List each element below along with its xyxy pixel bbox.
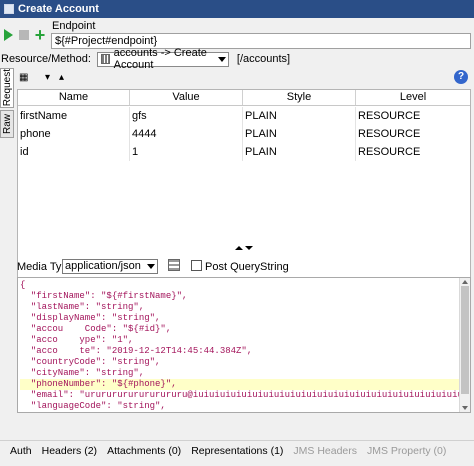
cell-level[interactable]: RESOURCE [356, 143, 470, 161]
post-querystring-label: Post QueryString [205, 261, 289, 273]
tab-request-label: Request [1, 69, 13, 107]
request-body-editor[interactable]: { "firstName": "${#firstName}", "lastNam… [17, 277, 471, 413]
code-line: "acco ype": "1", [20, 335, 134, 345]
scroll-down-icon[interactable] [462, 406, 468, 410]
panel-splitter[interactable] [17, 244, 471, 252]
move-down-icon[interactable]: ▾ [45, 72, 50, 83]
format-icon[interactable] [168, 259, 180, 271]
stop-icon[interactable] [19, 30, 29, 40]
resource-select[interactable]: accounts -> Create Account [96, 47, 229, 71]
params-table-header: Name Value Style Level [18, 90, 470, 106]
window-icon [4, 4, 14, 14]
cell-value[interactable]: 4444 [130, 125, 243, 143]
run-icon[interactable] [4, 29, 13, 41]
table-row[interactable]: firstName gfs PLAIN RESOURCE [18, 107, 470, 125]
tab-raw-label: Raw [1, 113, 13, 134]
tab-jms-headers[interactable]: JMS Headers [293, 445, 357, 457]
media-type-value: application/json [65, 260, 141, 272]
bottom-tab-bar: Auth Headers (2) Attachments (0) Represe… [0, 440, 474, 460]
cell-value[interactable]: 1 [130, 143, 243, 161]
params-grid-icon[interactable]: ▦ [19, 72, 28, 83]
side-tab-strip: Request Raw [0, 68, 15, 438]
tab-request[interactable]: Request [0, 68, 14, 108]
endpoint-label: Endpoint [52, 20, 96, 32]
table-row[interactable]: phone 4444 PLAIN RESOURCE [18, 125, 470, 143]
col-header-value[interactable]: Value [130, 90, 243, 105]
move-up-icon[interactable]: ▴ [59, 72, 64, 83]
media-type-select[interactable]: application/json [62, 259, 158, 274]
scroll-up-icon[interactable] [462, 280, 468, 284]
code-line: "acco te": "2019-12-12T14:45:44.384Z", [20, 346, 253, 356]
params-toolbar: ▦ ▾ ▴ ? [15, 68, 474, 88]
code-line-highlighted: "phoneNumber": "${#phone}", [20, 379, 460, 390]
cell-style[interactable]: PLAIN [243, 143, 356, 161]
scrollbar-thumb[interactable] [461, 286, 469, 394]
cell-style[interactable]: PLAIN [243, 107, 356, 125]
add-icon[interactable]: + [33, 26, 47, 44]
code-line: "cityName": "string", [20, 368, 145, 378]
code-line: { [20, 280, 26, 290]
request-toolbar: + Endpoint ${#Project#endpoint} [0, 18, 474, 50]
cell-name[interactable]: firstName [18, 107, 130, 125]
tab-raw[interactable]: Raw [0, 110, 14, 138]
tab-attachments[interactable]: Attachments (0) [107, 445, 181, 457]
editor-scrollbar[interactable] [459, 278, 470, 412]
tab-auth[interactable]: Auth [10, 445, 32, 457]
resource-grid-icon [100, 54, 110, 64]
window-titlebar: Create Account [0, 0, 474, 18]
code-line: "countryCode": "string", [20, 357, 161, 367]
chevron-down-icon [147, 264, 155, 269]
code-line: "languageCode": "string", [20, 401, 166, 411]
code-line: "displayName": "string", [20, 313, 161, 323]
code-line: "lastName": "string", [20, 302, 145, 312]
chevron-down-icon [217, 56, 226, 62]
resource-bar: Resource/Method: accounts -> Create Acco… [0, 47, 474, 71]
code-line: "accou Code": "${#id}", [20, 324, 172, 334]
code-line: "firstName": "${#firstName}", [20, 291, 188, 301]
tab-jms-property[interactable]: JMS Property (0) [367, 445, 446, 457]
help-icon[interactable]: ? [454, 70, 468, 84]
request-panel: ▦ ▾ ▴ ? Name Value Style Level firstName… [15, 68, 474, 440]
cell-style[interactable]: PLAIN [243, 125, 356, 143]
col-header-name[interactable]: Name [18, 90, 130, 105]
chevron-down-icon[interactable] [245, 246, 253, 250]
table-row[interactable]: id 1 PLAIN RESOURCE [18, 143, 470, 161]
tab-headers[interactable]: Headers (2) [42, 445, 97, 457]
window-title: Create Account [18, 3, 99, 15]
col-header-level[interactable]: Level [356, 90, 470, 105]
cell-name[interactable]: phone [18, 125, 130, 143]
post-querystring-checkbox[interactable] [191, 260, 202, 271]
code-line: "email": "urururururururururu@iuiuiuiuiu… [20, 390, 471, 400]
resource-path: [/accounts] [236, 53, 291, 65]
col-header-style[interactable]: Style [243, 90, 356, 105]
cell-value[interactable]: gfs [130, 107, 243, 125]
chevron-up-icon[interactable] [235, 246, 243, 250]
cell-level[interactable]: RESOURCE [356, 107, 470, 125]
tab-representations[interactable]: Representations (1) [191, 445, 283, 457]
resource-label: Resource/Method: [1, 53, 91, 65]
cell-name[interactable]: id [18, 143, 130, 161]
cell-level[interactable]: RESOURCE [356, 125, 470, 143]
